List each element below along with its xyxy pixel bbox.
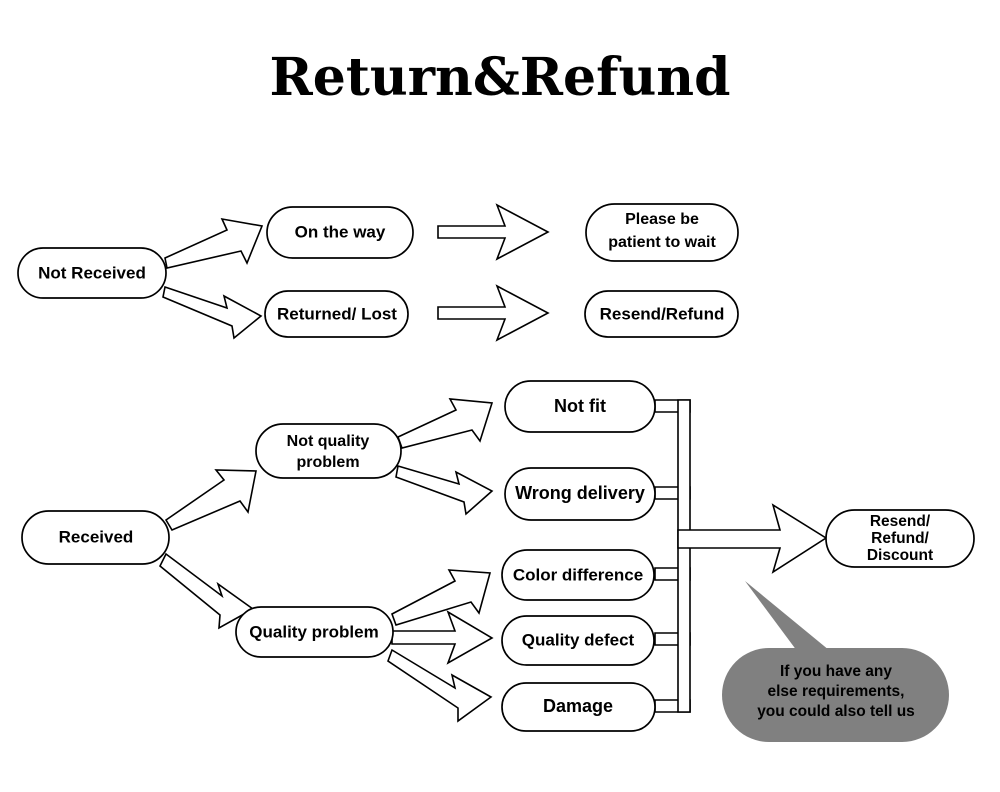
arrow-not-received-to-returned-lost — [162, 285, 263, 340]
node-result-label-line3: Discount — [867, 547, 933, 564]
arrow-received-to-not-quality-problem — [164, 469, 257, 532]
node-received[interactable]: Received — [21, 510, 170, 565]
arrow-returned-lost-to-resend-refund — [437, 284, 550, 342]
callout-line-1: If you have any — [780, 663, 892, 680]
arrow-not-quality-to-wrong-delivery — [395, 464, 494, 516]
flow-diagram: Not Received On the way Returned/ Lost P… — [17, 203, 975, 742]
node-result-label-line2: Refund/ — [871, 530, 929, 547]
node-returned-lost[interactable]: Returned/ Lost — [264, 290, 409, 338]
arrow-not-quality-to-not-fit — [396, 398, 494, 449]
node-not-fit-label: Not fit — [554, 396, 606, 416]
node-not-quality-problem[interactable]: Not quality problem — [255, 423, 402, 479]
node-resend-refund-label: Resend/Refund — [600, 304, 725, 323]
node-damage[interactable]: Damage — [501, 682, 656, 732]
node-please-be-patient[interactable]: Please be patient to wait — [585, 203, 739, 262]
node-please-be-patient-label-line1: Please be — [625, 211, 699, 228]
node-result-label-line1: Resend/ — [870, 513, 931, 530]
node-quality-defect[interactable]: Quality defect — [501, 615, 655, 666]
node-not-received[interactable]: Not Received — [17, 247, 167, 299]
node-color-difference-label: Color difference — [513, 565, 643, 584]
node-received-label: Received — [59, 527, 134, 546]
node-not-fit[interactable]: Not fit — [504, 380, 656, 433]
arrow-not-received-to-on-the-way — [164, 217, 264, 269]
flowchart-canvas: Return&Refund Not Received On the way Re… — [0, 0, 1000, 792]
arrow-on-the-way-to-please-wait — [437, 203, 550, 261]
node-wrong-delivery-label: Wrong delivery — [515, 483, 645, 503]
node-not-quality-problem-label-line1: Not quality — [287, 433, 370, 450]
node-quality-problem[interactable]: Quality problem — [235, 606, 394, 658]
node-not-received-label: Not Received — [38, 263, 146, 282]
callout-text-group: If you have any else requirements, you c… — [757, 663, 915, 720]
arrow-received-to-quality-problem — [158, 552, 255, 630]
arrow-quality-problem-to-color-difference — [391, 569, 492, 626]
arrow-quality-problem-to-damage — [387, 648, 493, 723]
node-resend-refund[interactable]: Resend/Refund — [584, 290, 739, 338]
node-color-difference[interactable]: Color difference — [501, 549, 655, 601]
callout-line-3: you could also tell us — [757, 703, 915, 720]
callout-line-2: else requirements, — [768, 683, 905, 700]
node-please-be-patient-label-line2: patient to wait — [608, 234, 716, 251]
node-not-quality-problem-label-line2: problem — [296, 454, 359, 471]
node-quality-problem-label: Quality problem — [249, 622, 378, 641]
node-on-the-way[interactable]: On the way — [266, 206, 414, 259]
node-on-the-way-label: On the way — [295, 222, 386, 241]
node-damage-label: Damage — [543, 696, 613, 716]
node-returned-lost-label: Returned/ Lost — [277, 304, 397, 323]
node-resend-refund-discount[interactable]: Resend/ Refund/ Discount — [825, 509, 975, 568]
node-quality-defect-label: Quality defect — [522, 630, 635, 649]
arrow-bracket-to-result — [677, 503, 828, 574]
node-wrong-delivery[interactable]: Wrong delivery — [504, 467, 656, 521]
bracket-connector — [654, 399, 691, 713]
